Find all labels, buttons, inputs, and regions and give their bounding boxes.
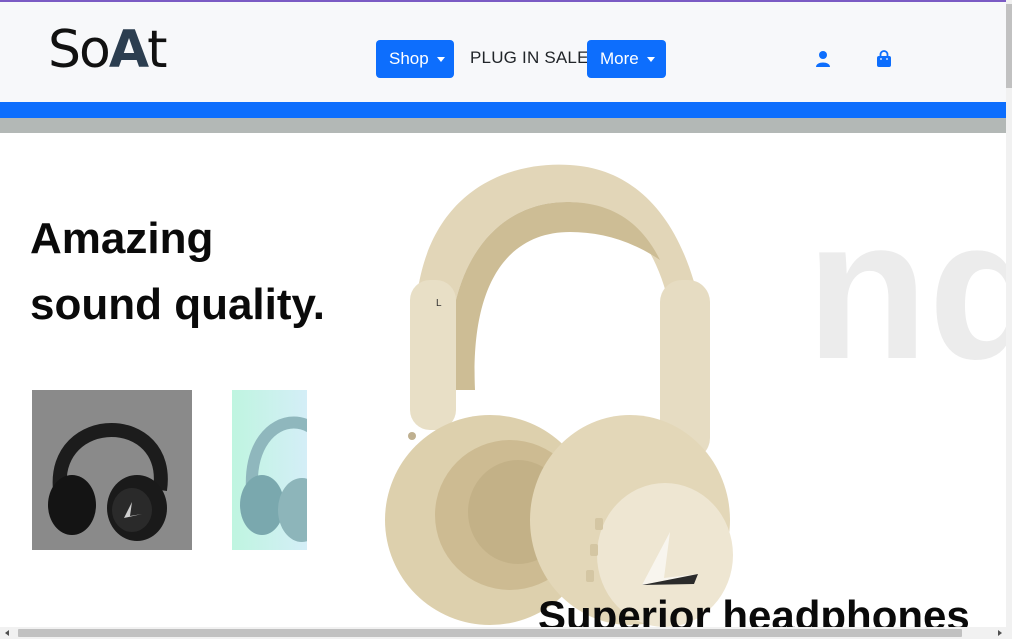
vertical-scrollbar-thumb[interactable]: [1006, 4, 1012, 88]
more-label: More: [600, 49, 639, 68]
svg-text:L: L: [436, 298, 442, 309]
logo-text-end: t: [147, 20, 167, 80]
caret-down-icon: [646, 56, 655, 62]
thumbnail-teal-headphones[interactable]: [232, 390, 307, 550]
accent-band-blue: [0, 102, 1006, 118]
logo-text-start: So: [48, 20, 111, 80]
shop-dropdown-button[interactable]: Shop: [376, 40, 454, 78]
user-icon[interactable]: [814, 50, 832, 68]
caret-down-icon: [436, 56, 445, 62]
hero-headphones-image: L: [380, 160, 740, 630]
plug-in-sale-link[interactable]: PLUG IN SALE: [470, 48, 589, 68]
logo-text-accent: A: [108, 20, 149, 80]
horizontal-scrollbar-thumb[interactable]: [18, 629, 962, 637]
shop-label: Shop: [389, 49, 429, 68]
hero-title-line-2: sound quality.: [30, 280, 325, 329]
navbar: SoAt Shop PLUG IN SALE More: [0, 2, 1006, 102]
horizontal-scrollbar[interactable]: [0, 627, 1012, 639]
thumbnail-black-headphones[interactable]: [32, 390, 192, 550]
hero-title-line-1: Amazing: [30, 214, 214, 263]
accent-band-gray: [0, 118, 1006, 133]
scroll-right-arrow-icon[interactable]: [998, 630, 1002, 636]
hero-background-text: nd: [806, 178, 1012, 401]
more-dropdown-button[interactable]: More: [587, 40, 666, 78]
hero-title: Amazing sound quality.: [30, 206, 350, 338]
shopping-bag-icon[interactable]: [875, 50, 893, 68]
brand-logo[interactable]: SoAt: [48, 22, 168, 78]
scroll-left-arrow-icon[interactable]: [5, 630, 9, 636]
vertical-scrollbar[interactable]: [1006, 0, 1012, 627]
